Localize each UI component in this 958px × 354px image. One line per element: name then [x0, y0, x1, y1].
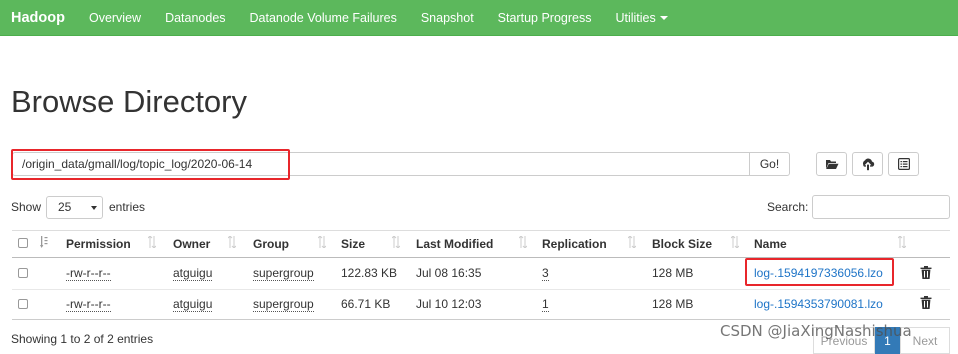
replication-cell[interactable]: 3 [542, 266, 549, 281]
column-header-replication[interactable]: Replication [542, 237, 607, 251]
nav-utilities-label: Utilities [615, 10, 656, 25]
sort-arrows-icon[interactable] [628, 236, 636, 248]
search-input[interactable] [812, 195, 950, 219]
trash-icon[interactable] [920, 266, 932, 279]
table-bottom-border [12, 319, 950, 320]
table-info: Showing 1 to 2 of 2 entries [11, 332, 154, 346]
trash-icon[interactable] [920, 296, 932, 309]
show-label: Show [11, 200, 42, 214]
upload-files-button[interactable] [852, 152, 883, 176]
sort-arrows-icon[interactable] [898, 236, 906, 248]
entries-select-value: 25 [58, 200, 72, 214]
column-header-block-size[interactable]: Block Size [652, 237, 712, 251]
column-header-permission[interactable]: Permission [66, 237, 131, 251]
sort-arrows-icon[interactable] [731, 236, 739, 248]
size-cell: 66.71 KB [341, 297, 391, 311]
owner-cell[interactable]: atguigu [173, 266, 213, 281]
owner-cell[interactable]: atguigu [173, 297, 213, 312]
caret-down-icon [659, 16, 668, 21]
modified-cell: Jul 08 16:35 [416, 266, 482, 280]
nav-utilities-dropdown[interactable]: Utilities [603, 11, 679, 25]
nav-snapshot[interactable]: Snapshot [409, 11, 486, 25]
file-name-link[interactable]: log-.1594197336056.lzo [754, 266, 883, 280]
file-name-link[interactable]: log-.1594353790081.lzo [754, 297, 883, 311]
row-checkbox[interactable] [18, 299, 28, 309]
brand-link[interactable]: Hadoop [0, 10, 77, 26]
modified-cell: Jul 10 12:03 [416, 297, 482, 311]
sort-arrows-icon[interactable] [519, 236, 527, 248]
upload-icon [862, 158, 874, 170]
caret-down-icon [91, 206, 97, 210]
replication-cell[interactable]: 1 [542, 297, 549, 312]
sort-arrows-icon[interactable] [148, 236, 156, 248]
table-top-border [12, 230, 950, 231]
group-cell[interactable]: supergroup [253, 297, 314, 312]
sort-icon[interactable] [40, 236, 48, 248]
select-all-checkbox[interactable] [18, 238, 28, 248]
nav-overview[interactable]: Overview [77, 11, 153, 25]
column-header-owner[interactable]: Owner [173, 237, 210, 251]
list-icon [897, 158, 910, 170]
column-header-last-modified[interactable]: Last Modified [416, 237, 493, 251]
permission-cell[interactable]: -rw-r--r-- [66, 297, 111, 312]
nav-datanodes[interactable]: Datanodes [153, 11, 237, 25]
row-checkbox[interactable] [18, 268, 28, 278]
group-cell[interactable]: supergroup [253, 266, 314, 281]
page-title: Browse Directory [11, 84, 247, 119]
entries-per-page-select[interactable]: 25 [46, 196, 103, 219]
sort-arrows-icon[interactable] [318, 236, 326, 248]
entries-label: entries [109, 200, 146, 214]
nav-datanode-volume-failures[interactable]: Datanode Volume Failures [238, 11, 409, 25]
sort-arrows-icon[interactable] [228, 236, 236, 248]
list-view-button[interactable] [888, 152, 919, 176]
column-header-name[interactable]: Name [754, 237, 787, 251]
block-size-cell: 128 MB [652, 297, 694, 311]
column-header-size[interactable]: Size [341, 237, 365, 251]
size-cell: 122.83 KB [341, 266, 398, 280]
search-label: Search: [767, 200, 809, 214]
navbar: Hadoop Overview Datanodes Datanode Volum… [0, 0, 958, 36]
permission-cell[interactable]: -rw-r--r-- [66, 266, 111, 281]
sort-arrows-icon[interactable] [392, 236, 400, 248]
watermark: CSDN @JiaXingNashishua [720, 322, 912, 340]
directory-path-input[interactable]: /origin_data/gmall/log/topic_log/2020-06… [12, 152, 749, 176]
nav-startup-progress[interactable]: Startup Progress [486, 11, 604, 25]
column-header-group[interactable]: Group [253, 237, 289, 251]
create-directory-button[interactable] [816, 152, 847, 176]
folder-open-icon [825, 160, 838, 169]
go-button[interactable]: Go! [749, 152, 790, 176]
table-header-border [12, 257, 950, 258]
block-size-cell: 128 MB [652, 266, 694, 280]
row-divider [12, 289, 950, 290]
